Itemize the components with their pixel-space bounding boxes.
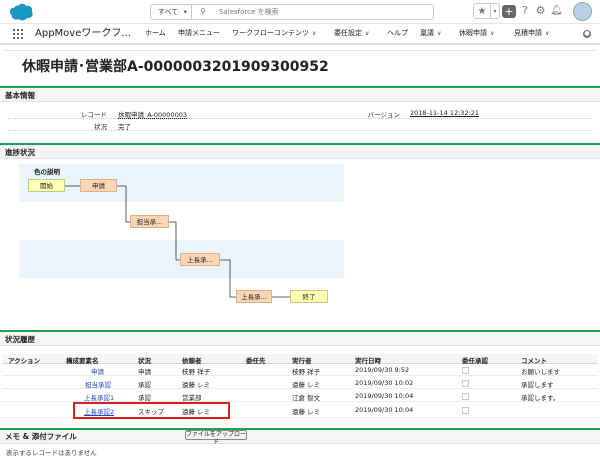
- history-section-header: 状況履歴: [0, 330, 600, 346]
- col-action: アクション: [8, 357, 41, 365]
- delegate-approval-checkbox: [462, 407, 469, 414]
- flow-node-end: 終了: [290, 290, 328, 303]
- row-divider: [2, 375, 598, 376]
- row-divider: [2, 388, 598, 389]
- section-title: 状況履歴: [5, 335, 35, 344]
- history-executor: 遠藤 レミ: [292, 408, 321, 416]
- flow-connectors: [65, 185, 290, 298]
- memo-section-header: [0, 428, 600, 444]
- flow-node-tanto-approval: 担当承...: [130, 215, 169, 228]
- flow-node-apply: 申請: [80, 179, 117, 192]
- col-requester: 依頼者: [182, 357, 202, 365]
- col-delegate: 委任先: [246, 357, 266, 365]
- highlight-box: [73, 402, 230, 419]
- delegate-approval-checkbox: [462, 367, 469, 374]
- section-title: メモ & 添付ファイル: [5, 432, 77, 441]
- col-datetime: 実行日時: [355, 357, 381, 365]
- col-comment: コメント: [521, 357, 547, 365]
- history-datetime: 2019/09/30 10:04: [355, 406, 414, 414]
- empty-state-text: 表示するレコードはありません: [6, 449, 97, 457]
- delegate-approval-checkbox: [462, 393, 469, 400]
- col-status: 状況: [138, 357, 151, 365]
- flow-node-start: 開始: [28, 179, 65, 192]
- flow-node-boss-approval-1: 上長承...: [180, 253, 220, 266]
- delegate-approval-checkbox: [462, 380, 469, 387]
- col-delegate-approval: 委任承認: [462, 357, 488, 365]
- col-executor: 実行者: [292, 357, 312, 365]
- history-datetime: 2019/09/30 10:04: [355, 392, 414, 400]
- history-datetime: 2019/09/30 10:02: [355, 379, 414, 387]
- upload-file-button[interactable]: ファイルをアップロード: [185, 430, 247, 446]
- col-component: 構成要素名: [66, 357, 99, 365]
- history-datetime: 2019/09/30 9:52: [355, 366, 410, 374]
- flow-node-boss-approval-2: 上長承...: [236, 290, 272, 303]
